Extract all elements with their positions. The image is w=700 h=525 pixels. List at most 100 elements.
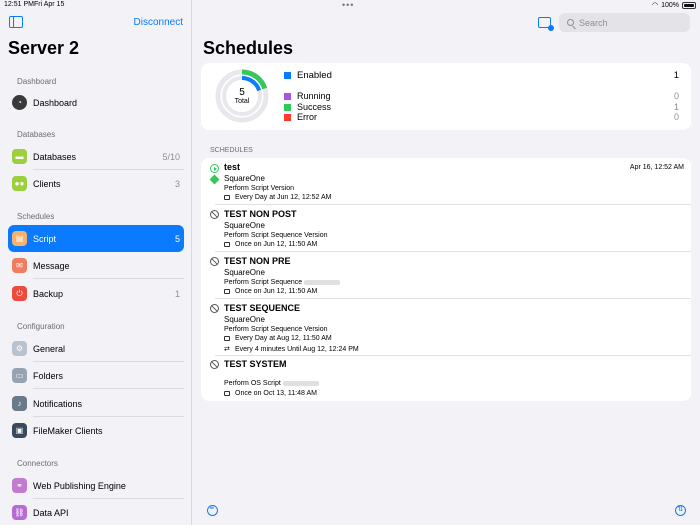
total-count: 5 (239, 87, 245, 98)
script-icon: ▤ (12, 231, 27, 246)
general-icon: ⚙ (12, 341, 27, 356)
sidebar-item-clients[interactable]: ●● Clients 3 (8, 170, 184, 197)
main-panel: Search Schedules 5 Total Enabled 1 Runni… (193, 0, 700, 525)
schedule-server: SquareOne (224, 268, 265, 277)
schedule-repeat: ⇄ Every 4 minutes Until Aug 12, 12:24 PM (224, 346, 359, 353)
disconnect-button[interactable]: Disconnect (134, 17, 183, 28)
schedule-when: Once on Jun 12, 11:50 AM (224, 288, 317, 295)
calendar-icon (224, 288, 230, 294)
calendar-icon (224, 390, 230, 396)
backup-icon: ⏻ (12, 286, 27, 301)
sort-icon[interactable] (675, 505, 686, 516)
schedule-row[interactable]: TEST NON PRE SquareOne Perform Script Se… (201, 252, 691, 299)
sidebar-item-dashboard[interactable]: ◔ Dashboard (8, 89, 184, 116)
section-schedules: Schedules (17, 212, 55, 221)
schedule-row[interactable]: TEST SEQUENCE SquareOne Perform Script S… (201, 299, 691, 356)
multitasking-dots-icon[interactable]: ••• (342, 0, 354, 10)
search-icon (567, 19, 574, 26)
schedule-name: TEST NON PRE (224, 256, 291, 266)
sidebar-toggle-icon[interactable] (9, 16, 23, 28)
schedule-server: SquareOne (224, 315, 265, 324)
bell-icon: ♪ (12, 396, 27, 411)
sidebar-item-label: Backup (33, 288, 64, 299)
total-label: Total (234, 98, 250, 105)
donut-center: 5 Total (213, 67, 271, 125)
sidebar-item-notifications[interactable]: ♪ Notifications (8, 390, 184, 417)
sidebar-item-label: General (33, 343, 66, 354)
status-time: 12:51 PM (4, 1, 34, 8)
database-icon: ▬ (12, 149, 27, 164)
success-swatch (284, 103, 291, 111)
schedule-server: SquareOne (224, 221, 265, 230)
schedule-task: Perform OS Script (224, 380, 319, 387)
schedule-last-run: Apr 16, 12:52 AM (629, 164, 684, 171)
schedule-task: Perform Script Sequence Version (224, 232, 328, 239)
add-schedule-calendar-icon[interactable] (538, 17, 554, 31)
running-swatch (284, 92, 291, 100)
sidebar-item-script[interactable]: ▤ Script 5 (8, 225, 184, 252)
section-connectors: Connectors (17, 459, 58, 468)
schedule-summary-card: 5 Total Enabled 1 Running 0 Success 1 Er… (201, 63, 691, 130)
sidebar-item-folders[interactable]: ▭ Folders (8, 362, 184, 389)
schedule-name: TEST NON POST (224, 209, 297, 219)
schedule-when: Once on Jun 12, 11:50 AM (224, 241, 317, 248)
dashboard-icon: ◔ (12, 95, 27, 110)
schedule-task: Perform Script Version (224, 185, 295, 192)
redacted-text (282, 380, 319, 386)
calendar-icon (224, 335, 230, 341)
filter-icon[interactable] (207, 503, 218, 516)
sidebar-item-label: Clients (33, 178, 61, 189)
sidebar-item-data-api[interactable]: ⛓ Data API (8, 499, 184, 525)
sidebar-item-message[interactable]: ✉ Message (8, 252, 184, 279)
schedule-when: Once on Oct 13, 11:48 AM (224, 390, 317, 397)
sidebar-item-label: FileMaker Clients (33, 425, 103, 436)
schedules-section-header: SCHEDULES (210, 147, 253, 154)
legend-label: Enabled (297, 70, 332, 81)
sidebar-item-count: 5 (174, 233, 180, 244)
schedule-name: TEST SEQUENCE (224, 303, 301, 313)
schedule-name: TEST SYSTEM (224, 359, 287, 369)
schedule-row[interactable]: test Apr 16, 12:52 AM SquareOne Perform … (201, 158, 691, 205)
legend-label: Error (297, 112, 317, 122)
web-publishing-icon: ⚭ (12, 478, 27, 493)
disabled-status-icon (210, 210, 219, 219)
page-title: Schedules (203, 38, 294, 58)
server-title: Server 2 (8, 38, 80, 58)
status-bar: 12:51 PM Fri Apr 15 ••• ◠ 100% (0, 0, 700, 12)
section-dashboard: Dashboard (17, 77, 57, 86)
search-input[interactable]: Search (559, 13, 690, 32)
legend-running: Running 0 (284, 91, 679, 101)
sidebar-item-label: Databases (33, 151, 77, 162)
sidebar-item-general[interactable]: ⚙ General (8, 335, 184, 362)
sidebar-item-backup[interactable]: ⏻ Backup 1 (8, 280, 184, 307)
sidebar-item-web-publishing[interactable]: ⚭ Web Publishing Engine (8, 472, 184, 499)
sidebar-item-label: Dashboard (33, 97, 78, 108)
sidebar-item-filemaker-clients[interactable]: ▣ FileMaker Clients (8, 417, 184, 444)
section-configuration: Configuration (17, 322, 65, 331)
success-status-icon (209, 174, 220, 185)
status-date: Fri Apr 15 (34, 1, 65, 8)
running-status-icon (210, 164, 219, 173)
legend-value: 1 (673, 102, 679, 112)
legend-value: 0 (673, 91, 679, 101)
schedule-server: SquareOne (224, 174, 265, 183)
filemaker-client-icon: ▣ (12, 423, 27, 438)
redacted-text (304, 279, 341, 285)
sidebar-item-count: 5/10 (162, 151, 180, 162)
schedule-task: Perform Script Sequence Version (224, 326, 328, 333)
search-placeholder: Search (579, 17, 608, 28)
schedule-when: Every Day at Aug 12, 11:50 AM (224, 335, 332, 342)
sidebar-item-databases[interactable]: ▬ Databases 5/10 (8, 143, 184, 170)
sidebar-item-label: Script (33, 233, 57, 244)
disabled-status-icon (210, 304, 219, 313)
folder-icon: ▭ (12, 368, 27, 383)
clients-icon: ●● (12, 176, 27, 191)
sidebar-item-label: Data API (33, 507, 69, 518)
legend-label: Running (297, 91, 331, 101)
schedule-row[interactable]: TEST NON POST SquareOne Perform Script S… (201, 205, 691, 252)
wifi-icon: ◠ (651, 2, 659, 9)
battery-percent: 100% (661, 1, 679, 9)
legend-value: 1 (673, 70, 679, 81)
calendar-icon (224, 194, 230, 200)
schedule-row[interactable]: TEST SYSTEM Perform OS Script Once on Oc… (201, 356, 691, 401)
